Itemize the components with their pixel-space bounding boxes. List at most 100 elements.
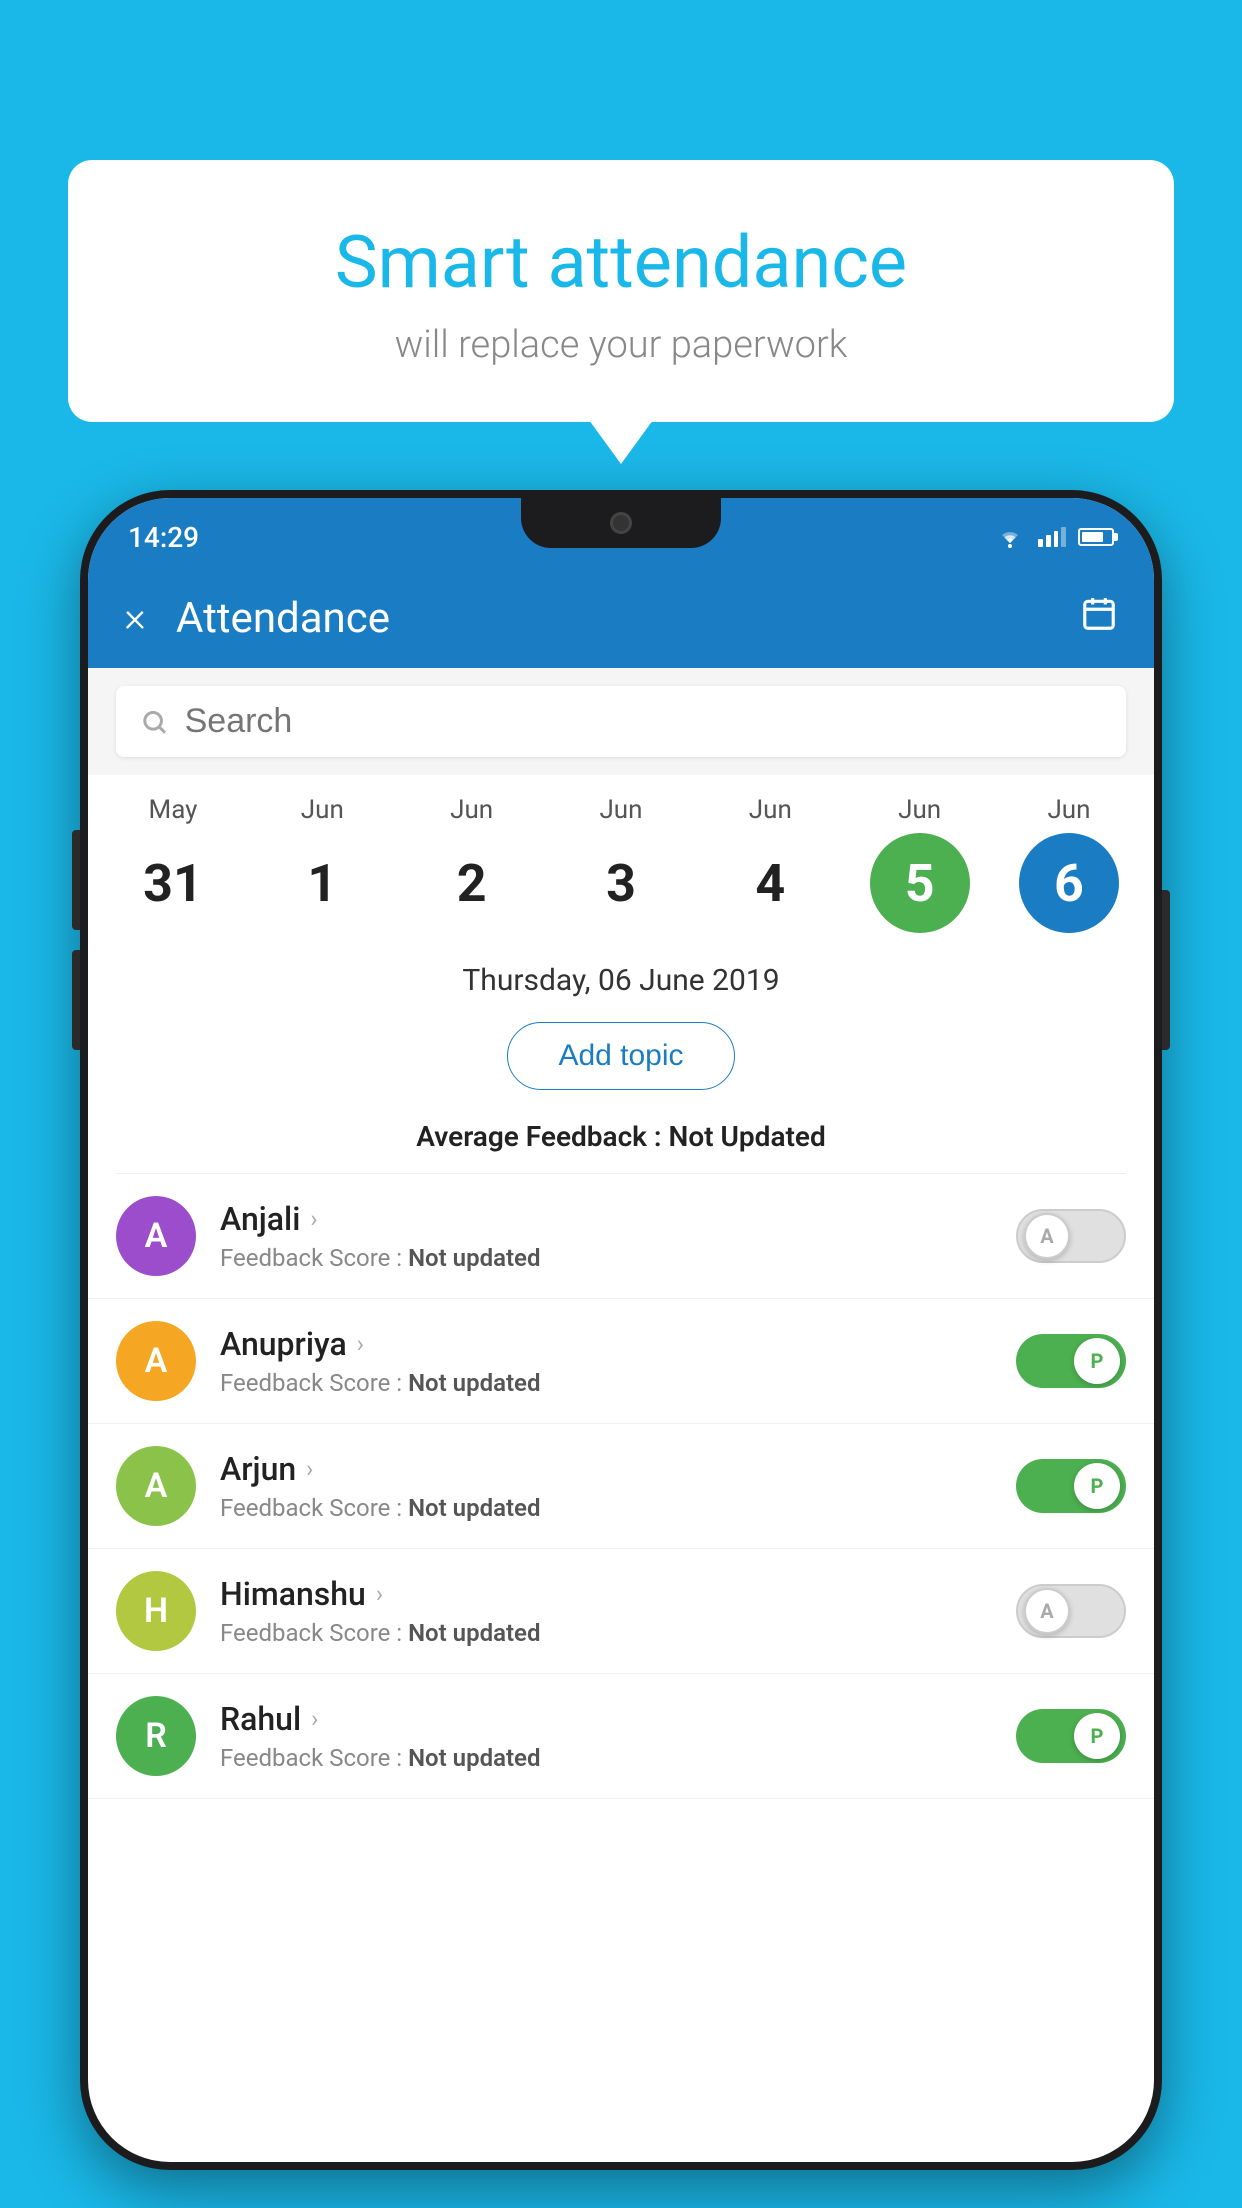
calendar-day[interactable]: Jun 4 (705, 795, 835, 933)
avg-feedback-label: Average Feedback : (416, 1120, 668, 1153)
avg-feedback-value: Not Updated (669, 1120, 826, 1153)
student-name-row: Rahul › (220, 1700, 1016, 1738)
student-name: Arjun (220, 1450, 296, 1488)
chevron-right-icon: › (310, 1205, 317, 1233)
student-feedback-score: Feedback Score : Not updated (220, 1619, 1016, 1647)
cal-date-number: 1 (272, 833, 372, 933)
cal-month-label: Jun (898, 795, 941, 825)
phone-screen: 14:29 (88, 498, 1154, 2162)
cal-month-label: Jun (450, 795, 493, 825)
toggle-knob: A (1024, 1588, 1070, 1634)
phone-notch (521, 498, 721, 548)
cal-date-number: 4 (720, 833, 820, 933)
calendar-day[interactable]: May 31 (108, 795, 238, 933)
calendar-day[interactable]: Jun 3 (556, 795, 686, 933)
student-name-row: Himanshu › (220, 1575, 1016, 1613)
calendar-day[interactable]: Jun 5 (855, 795, 985, 933)
chevron-right-icon: › (311, 1705, 318, 1733)
student-avatar: A (116, 1321, 196, 1401)
cal-date-number: 6 (1019, 833, 1119, 933)
search-container (88, 668, 1154, 775)
status-icons (994, 525, 1114, 549)
student-list-item[interactable]: A Arjun › Feedback Score : Not updated P (88, 1424, 1154, 1549)
student-info: Arjun › Feedback Score : Not updated (220, 1450, 1016, 1522)
speech-bubble: Smart attendance will replace your paper… (68, 160, 1174, 422)
attendance-toggle[interactable]: P (1016, 1459, 1126, 1513)
student-list-item[interactable]: A Anjali › Feedback Score : Not updated A (88, 1174, 1154, 1299)
bubble-title: Smart attendance (118, 220, 1124, 305)
chevron-right-icon: › (376, 1580, 383, 1608)
student-avatar: R (116, 1696, 196, 1776)
phone-frame: 14:29 (80, 490, 1162, 2170)
calendar-day[interactable]: Jun 1 (257, 795, 387, 933)
toggle-knob: P (1074, 1338, 1120, 1384)
student-avatar: A (116, 1196, 196, 1276)
avg-feedback-text: Average Feedback : Not Updated (416, 1120, 825, 1153)
wifi-icon (994, 525, 1026, 549)
signal-icon (1038, 527, 1066, 547)
attendance-toggle[interactable]: A (1016, 1584, 1126, 1638)
student-feedback-score: Feedback Score : Not updated (220, 1744, 1016, 1772)
student-feedback-score: Feedback Score : Not updated (220, 1244, 1016, 1272)
app-header: × Attendance (88, 568, 1154, 668)
add-topic-button[interactable]: Add topic (507, 1022, 734, 1090)
attendance-toggle[interactable]: P (1016, 1709, 1126, 1763)
student-info: Anjali › Feedback Score : Not updated (220, 1200, 1016, 1272)
cal-date-number: 31 (123, 833, 223, 933)
speech-bubble-container: Smart attendance will replace your paper… (68, 160, 1174, 422)
student-info: Himanshu › Feedback Score : Not updated (220, 1575, 1016, 1647)
search-input[interactable] (185, 702, 1102, 741)
student-name: Anjali (220, 1200, 300, 1238)
selected-date-label: Thursday, 06 June 2019 (462, 963, 779, 998)
camera-icon (610, 512, 632, 534)
volume-down-button[interactable] (72, 950, 80, 1050)
calendar-day[interactable]: Jun 2 (407, 795, 537, 933)
close-button[interactable]: × (124, 597, 146, 639)
attendance-toggle[interactable]: A (1016, 1209, 1126, 1263)
toggle-knob: A (1024, 1213, 1070, 1259)
student-list-item[interactable]: R Rahul › Feedback Score : Not updated P (88, 1674, 1154, 1799)
bubble-subtitle: will replace your paperwork (118, 323, 1124, 367)
student-name: Anupriya (220, 1325, 347, 1363)
avg-feedback-row: Average Feedback : Not Updated (88, 1110, 1154, 1173)
student-name-row: Anjali › (220, 1200, 1016, 1238)
cal-date-number: 3 (571, 833, 671, 933)
cal-date-number: 2 (422, 833, 522, 933)
student-list-item[interactable]: H Himanshu › Feedback Score : Not updated A (88, 1549, 1154, 1674)
student-feedback-score: Feedback Score : Not updated (220, 1494, 1016, 1522)
status-time: 14:29 (128, 521, 199, 554)
power-button[interactable] (1162, 890, 1170, 1050)
cal-month-label: Jun (749, 795, 792, 825)
student-avatar: H (116, 1571, 196, 1651)
student-list-item[interactable]: AAnupriya›Feedback Score : Not updatedP (88, 1299, 1154, 1424)
chevron-right-icon: › (357, 1330, 364, 1358)
toggle-knob: P (1074, 1713, 1120, 1759)
attendance-toggle[interactable]: P (1016, 1334, 1126, 1388)
cal-month-label: Jun (301, 795, 344, 825)
cal-date-number: 5 (870, 833, 970, 933)
student-list: AAnjali›Feedback Score : Not updatedAAAn… (88, 1174, 1154, 1799)
calendar-icon (1080, 595, 1118, 633)
student-info: Anupriya›Feedback Score : Not updated (220, 1325, 1016, 1397)
student-name-row: Anupriya › (220, 1325, 1016, 1363)
battery-icon (1078, 528, 1114, 546)
phone-container: 14:29 (80, 490, 1162, 2208)
calendar-button[interactable] (1080, 595, 1118, 642)
search-input-wrapper[interactable] (116, 686, 1126, 757)
student-avatar: A (116, 1446, 196, 1526)
chevron-right-icon: › (306, 1455, 313, 1483)
calendar-strip: May 31 Jun 1 Jun 2 Jun 3 Jun 4 Jun 5 Jun 6 (88, 775, 1154, 943)
add-topic-row: Add topic (88, 1008, 1154, 1110)
volume-up-button[interactable] (72, 830, 80, 930)
student-name-row: Arjun › (220, 1450, 1016, 1488)
student-name: Rahul (220, 1700, 301, 1738)
cal-month-label: May (149, 795, 198, 825)
student-info: Rahul › Feedback Score : Not updated (220, 1700, 1016, 1772)
toggle-knob: P (1074, 1463, 1120, 1509)
cal-month-label: Jun (599, 795, 642, 825)
date-label-row: Thursday, 06 June 2019 (88, 943, 1154, 1008)
student-name: Himanshu (220, 1575, 366, 1613)
calendar-day[interactable]: Jun 6 (1004, 795, 1134, 933)
cal-month-label: Jun (1047, 795, 1090, 825)
header-title: Attendance (176, 594, 1080, 643)
